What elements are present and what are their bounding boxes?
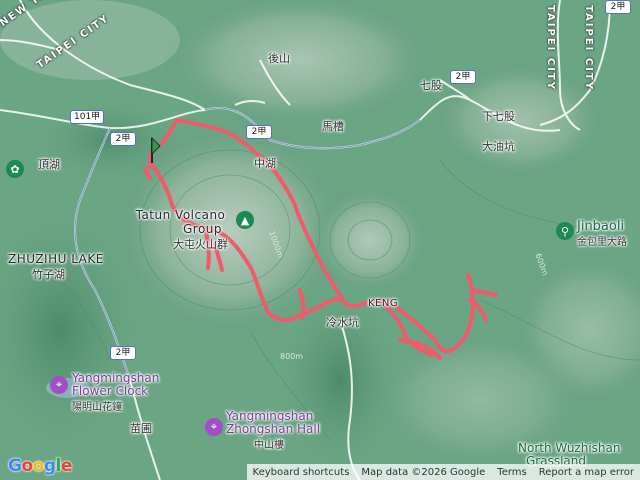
place-label: 七股: [420, 79, 442, 92]
start-flag-icon[interactable]: [143, 134, 161, 164]
place-label: 冷水坑: [326, 316, 359, 329]
flower-clock-label[interactable]: Yangmingshan Flower Clock 陽明山花鐘: [72, 372, 159, 414]
place-label: 馬槽: [322, 120, 344, 133]
jinbaoli-label[interactable]: Jinbaoli 金包里大路: [577, 220, 627, 248]
landmark-icon[interactable]: ⌖: [205, 418, 223, 436]
place-label: 中湖: [254, 157, 276, 170]
place-label: 大油坑: [482, 140, 515, 153]
place-label: 下七股: [482, 110, 515, 123]
map-data-attribution: Map data ©2026 Google: [361, 466, 486, 478]
place-label: 苗圃: [130, 422, 152, 435]
road-badge: 2甲: [605, 0, 631, 14]
park-icon[interactable]: ✿: [6, 160, 24, 178]
road-badge: 2甲: [110, 132, 136, 146]
landmark-icon[interactable]: ⌖: [50, 376, 68, 394]
road-badge: 101甲: [70, 110, 105, 124]
keyboard-shortcuts-link[interactable]: Keyboard shortcuts: [253, 467, 350, 478]
elevation-label: 800m: [280, 352, 304, 361]
tatun-volcano-label[interactable]: Tatun Volcano Group 大屯火山群: [133, 208, 228, 252]
city-label: TAIPEI CITY: [545, 5, 556, 91]
road-badge: 2甲: [110, 346, 136, 360]
zhuzihu-label: ZHUZIHU LAKE 竹子湖: [8, 252, 104, 281]
report-map-error-link[interactable]: Report a map error: [539, 467, 634, 478]
park-icon[interactable]: ▲: [236, 211, 254, 229]
map-view[interactable]: 1000m 800m 600m NEW TAIPEI CITY TAIPEI C…: [0, 0, 640, 480]
place-label: 後山: [268, 52, 290, 65]
zhongshan-hall-label[interactable]: Yangmingshan Zhongshan Hall 中山樓: [226, 410, 320, 452]
road-badge: 2甲: [450, 70, 476, 84]
map-footer: Keyboard shortcuts Map data ©2026 Google…: [246, 464, 640, 480]
terms-link[interactable]: Terms: [497, 467, 526, 478]
place-label: KENG: [368, 298, 399, 309]
place-label: 頂湖: [38, 158, 60, 171]
trail-icon[interactable]: ⚲: [556, 222, 574, 240]
google-logo: Google: [8, 456, 72, 476]
road-badge: 2甲: [246, 125, 272, 139]
city-label: TAIPEI CITY: [583, 5, 594, 91]
